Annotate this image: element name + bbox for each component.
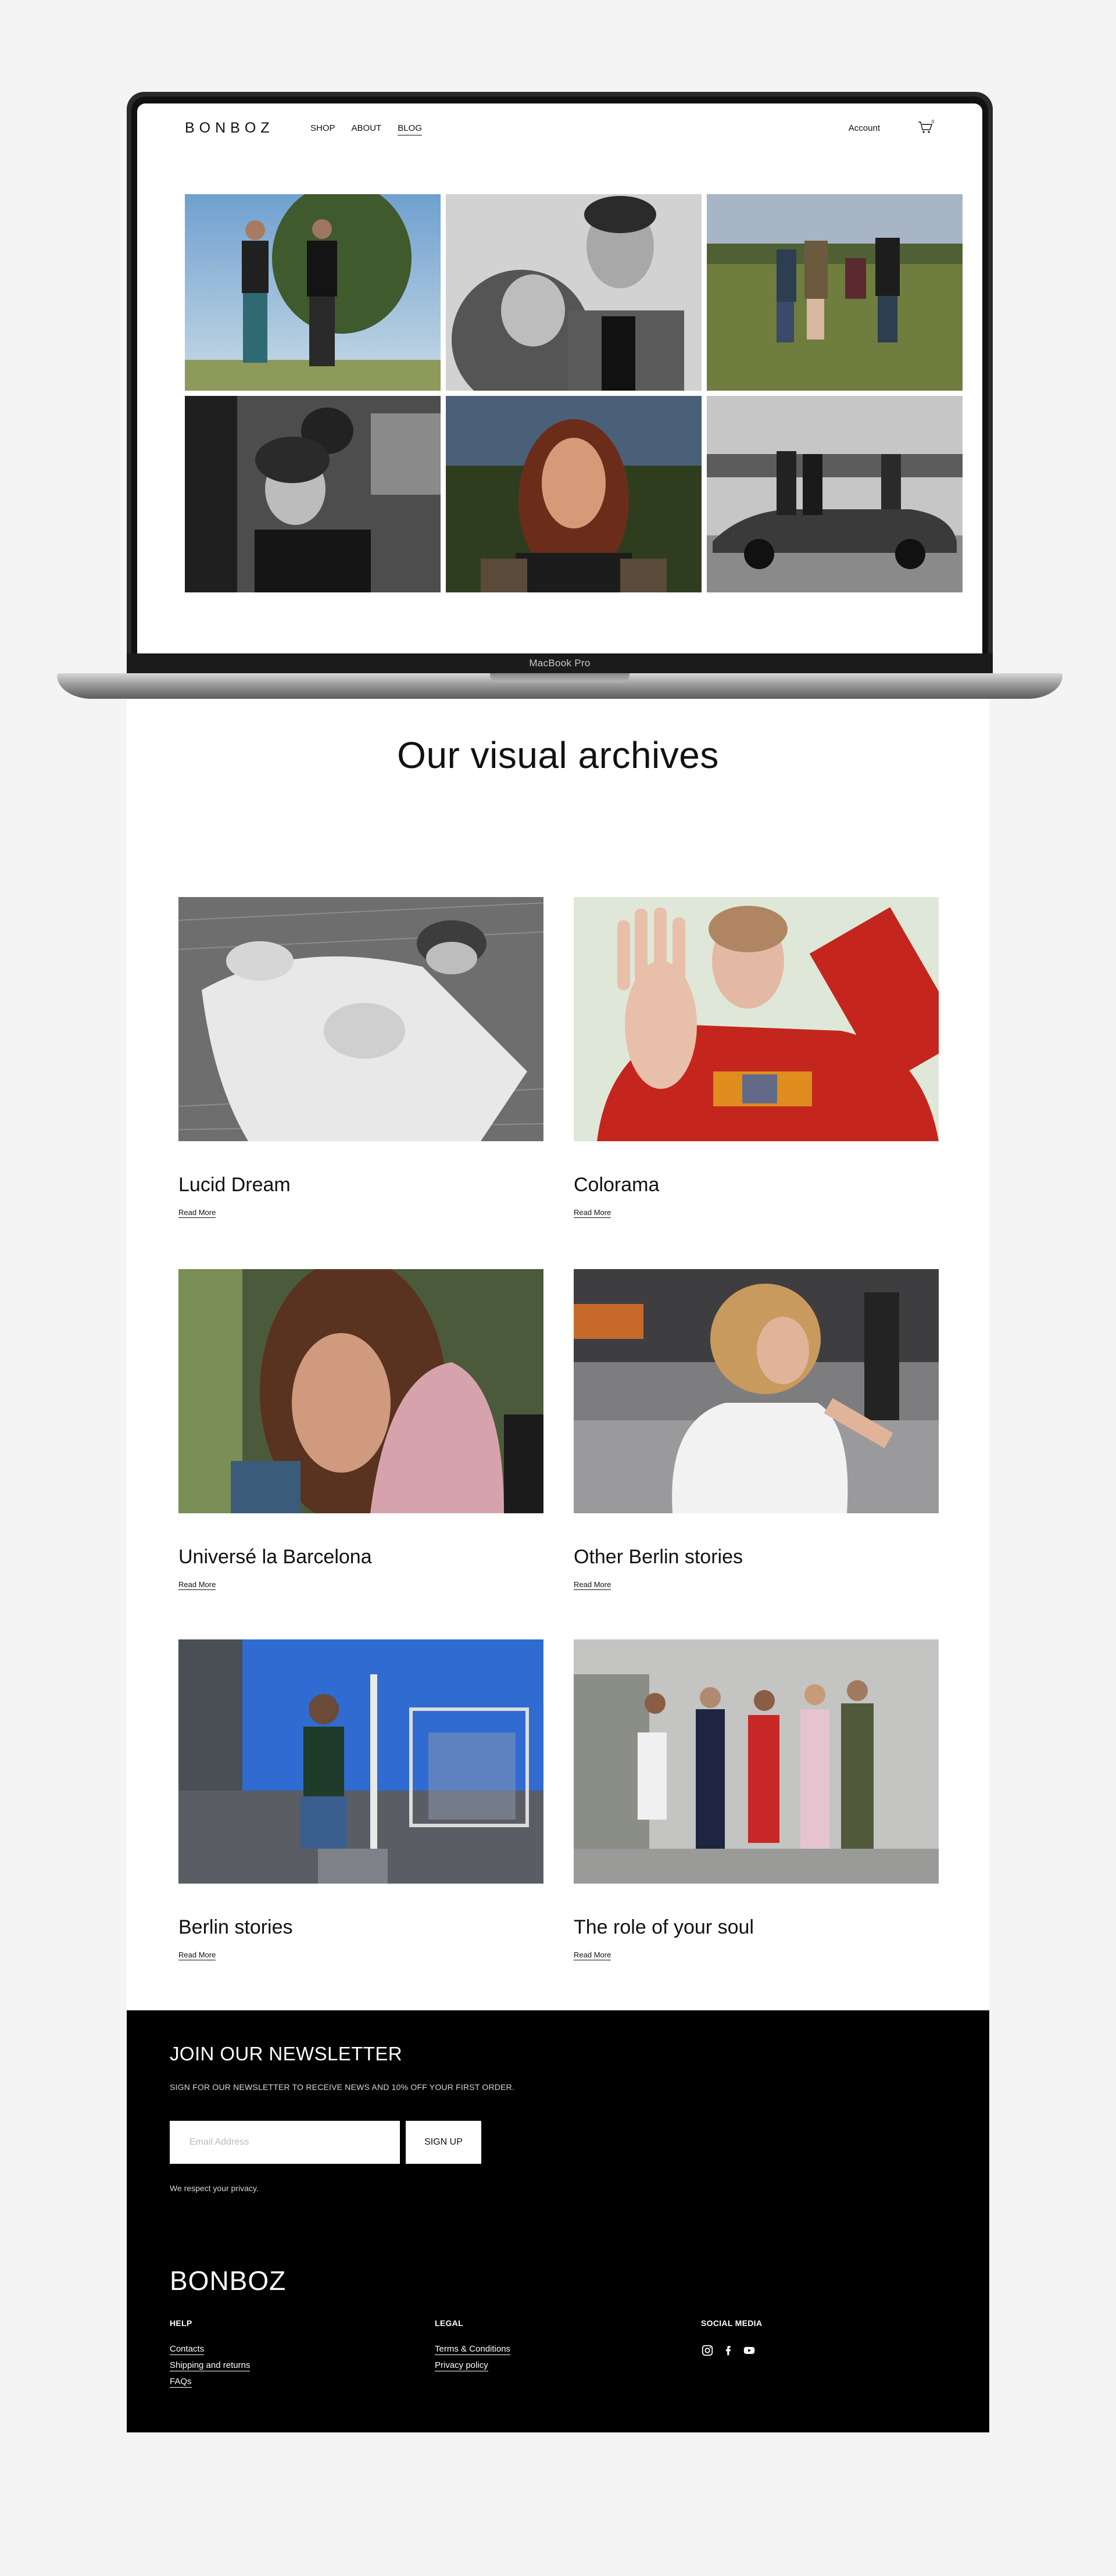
footer-link-faqs[interactable]: FAQs — [170, 2377, 192, 2388]
post-photo-other-berlin-stories[interactable] — [574, 1269, 939, 1513]
post-title[interactable]: Colorama — [574, 1174, 939, 1196]
post-title[interactable]: Other Berlin stories — [574, 1546, 939, 1569]
privacy-note: We respect your privacy. — [170, 2184, 259, 2193]
archives-title: Our visual archives — [397, 734, 719, 776]
footer-help-heading: HELP — [170, 2318, 192, 2328]
gallery-photo-bw-couple-car[interactable] — [185, 396, 441, 592]
email-input[interactable] — [170, 2121, 400, 2164]
laptop-chin: MacBook Pro — [127, 653, 993, 673]
gallery-photo-group-dancing-field[interactable] — [707, 194, 963, 391]
footer-social-heading: SOCIAL MEDIA — [701, 2318, 763, 2328]
post-photo-colorama[interactable] — [574, 897, 939, 1141]
nav-item-blog[interactable]: BLOG — [398, 123, 422, 135]
gallery-photo-bw-friends-convertible[interactable] — [707, 396, 963, 592]
newsletter-title: JOIN OUR NEWSLETTER — [170, 2043, 402, 2064]
main-nav: SHOP ABOUT BLOG — [310, 123, 422, 135]
footer-legal-heading: LEGAL — [435, 2318, 463, 2328]
post-title[interactable]: The role of your soul — [574, 1916, 939, 1939]
gallery-grid — [185, 194, 963, 592]
youtube-icon[interactable] — [743, 2344, 756, 2357]
footer-link-terms[interactable]: Terms & Conditions — [435, 2344, 511, 2355]
cart-count: 0 — [932, 120, 935, 124]
footer-social-column: SOCIAL MEDIA — [701, 2318, 762, 2357]
post-title[interactable]: Universé la Barcelona — [178, 1546, 543, 1569]
newsletter-description: SIGN FOR OUR NEWSLETTER TO RECEIVE NEWS … — [170, 2082, 515, 2092]
signup-button[interactable]: SIGN UP — [406, 2121, 481, 2164]
instagram-icon[interactable] — [701, 2344, 714, 2357]
read-more-link[interactable]: Read More — [178, 1580, 216, 1590]
footer-link-contacts[interactable]: Contacts — [170, 2344, 205, 2355]
screen-page: BONBOZ SHOP ABOUT BLOG Account 0 — [137, 103, 982, 663]
laptop-bezel: BONBOZ SHOP ABOUT BLOG Account 0 — [131, 97, 988, 673]
device-label: MacBook Pro — [529, 658, 591, 669]
post-card: Universé la Barcelona Read More — [178, 1269, 543, 1590]
post-photo-the-role-of-your-soul[interactable] — [574, 1639, 939, 1884]
facebook-icon[interactable] — [722, 2344, 735, 2357]
footer-help-column: HELP Contacts Shipping and returns FAQs — [170, 2318, 251, 2393]
read-more-link[interactable]: Read More — [574, 1208, 611, 1218]
gallery-photo-two-men-field[interactable] — [185, 194, 441, 391]
post-photo-lucid-dream[interactable] — [178, 897, 543, 1141]
post-title[interactable]: Berlin stories — [178, 1916, 543, 1939]
post-card: Colorama Read More — [574, 897, 939, 1218]
social-icons — [701, 2344, 762, 2357]
archives-section: Our visual archives Lucid Dream Read Mor… — [127, 699, 989, 2010]
footer: JOIN OUR NEWSLETTER SIGN FOR OUR NEWSLET… — [127, 2010, 989, 2432]
cart-button[interactable]: 0 — [917, 119, 935, 135]
post-photo-universe-la-barcelona[interactable] — [178, 1269, 543, 1513]
footer-legal-column: LEGAL Terms & Conditions Privacy policy — [435, 2318, 511, 2377]
mini-header: BONBOZ SHOP ABOUT BLOG Account 0 — [137, 103, 982, 150]
nav-item-about[interactable]: ABOUT — [352, 123, 382, 135]
post-card: Other Berlin stories Read More — [574, 1269, 939, 1590]
laptop-screen-frame: BONBOZ SHOP ABOUT BLOG Account 0 — [127, 92, 993, 673]
footer-logo[interactable]: BONBOZ — [170, 2265, 286, 2296]
footer-link-privacy[interactable]: Privacy policy — [435, 2360, 488, 2371]
post-title[interactable]: Lucid Dream — [178, 1174, 543, 1196]
post-photo-berlin-stories[interactable] — [178, 1639, 543, 1884]
post-card: The role of your soul Read More — [574, 1639, 939, 1960]
cart-icon: 0 — [918, 119, 935, 133]
brand-logo[interactable]: BONBOZ — [185, 120, 274, 137]
nav-item-shop[interactable]: SHOP — [310, 123, 335, 135]
read-more-link[interactable]: Read More — [574, 1950, 611, 1960]
post-card: Berlin stories Read More — [178, 1639, 543, 1960]
gallery-photo-bw-couple-portrait[interactable] — [446, 194, 702, 391]
gallery-photo-red-hair-portrait[interactable] — [446, 396, 702, 592]
laptop-notch — [490, 673, 629, 683]
read-more-link[interactable]: Read More — [178, 1950, 216, 1960]
post-card: Lucid Dream Read More — [178, 897, 543, 1218]
read-more-link[interactable]: Read More — [574, 1580, 611, 1590]
read-more-link[interactable]: Read More — [178, 1208, 216, 1218]
account-link[interactable]: Account — [849, 123, 880, 133]
footer-link-shipping[interactable]: Shipping and returns — [170, 2360, 251, 2371]
